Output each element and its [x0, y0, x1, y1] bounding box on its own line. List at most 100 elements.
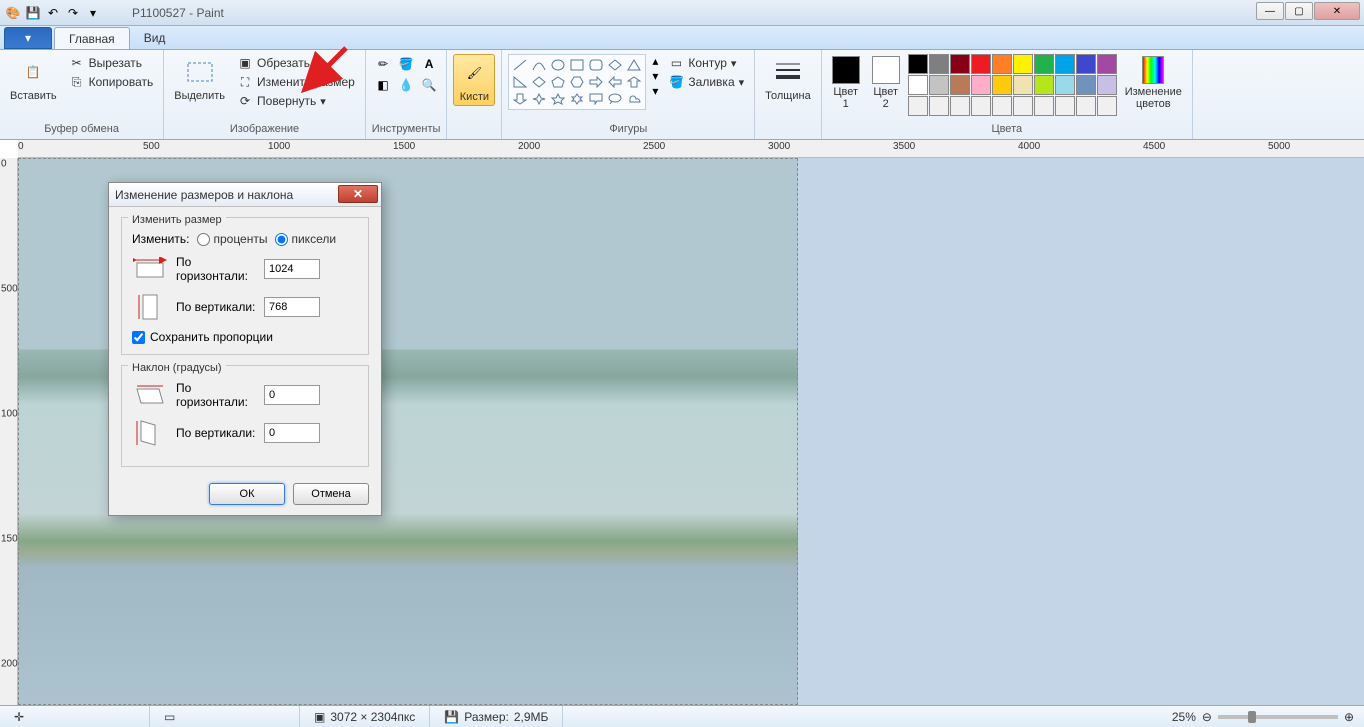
shape-polygon[interactable] — [606, 57, 624, 73]
shape-pentagon[interactable] — [549, 74, 567, 90]
palette-swatch[interactable] — [950, 75, 970, 95]
tab-main[interactable]: Главная — [54, 27, 130, 49]
palette-swatch[interactable] — [1013, 54, 1033, 74]
palette-swatch[interactable] — [971, 54, 991, 74]
shape-triangle[interactable] — [625, 57, 643, 73]
shape-callout-oval[interactable] — [606, 91, 624, 107]
palette-swatch[interactable] — [1097, 96, 1117, 116]
outline-button[interactable]: ▭Контур ▾ — [664, 54, 748, 72]
palette-swatch[interactable] — [1076, 96, 1096, 116]
zoom-in-button[interactable]: ⊕ — [1344, 710, 1354, 724]
palette-swatch[interactable] — [1034, 75, 1054, 95]
radio-pixels[interactable]: пиксели — [275, 232, 336, 246]
shape-callout-rect[interactable] — [587, 91, 605, 107]
palette-swatch[interactable] — [950, 96, 970, 116]
edit-colors-button[interactable]: Изменение цветов — [1121, 54, 1186, 112]
shape-arrow-u[interactable] — [625, 74, 643, 90]
shape-roundrect[interactable] — [587, 57, 605, 73]
palette-swatch[interactable] — [1034, 96, 1054, 116]
color1-button[interactable]: Цвет 1 — [828, 54, 864, 112]
ok-button[interactable]: ОК — [209, 483, 285, 505]
palette-swatch[interactable] — [1034, 54, 1054, 74]
skew-v-input[interactable] — [264, 423, 320, 443]
cut-button[interactable]: ✂Вырезать — [65, 54, 158, 72]
palette-swatch[interactable] — [971, 75, 991, 95]
fill-button[interactable]: 🪣Заливка ▾ — [664, 73, 748, 91]
text-icon[interactable]: A — [418, 54, 440, 74]
palette-swatch[interactable] — [992, 54, 1012, 74]
picker-icon[interactable]: 💧 — [395, 75, 417, 95]
palette-swatch[interactable] — [992, 96, 1012, 116]
shape-line[interactable] — [511, 57, 529, 73]
select-button[interactable]: Выделить — [170, 54, 229, 104]
radio-percent-input[interactable] — [197, 233, 210, 246]
shape-star5[interactable] — [549, 91, 567, 107]
zoom-slider[interactable] — [1218, 715, 1338, 719]
palette-swatch[interactable] — [908, 54, 928, 74]
color2-button[interactable]: Цвет 2 — [868, 54, 904, 112]
palette-swatch[interactable] — [1097, 54, 1117, 74]
file-tab[interactable]: ▾ — [4, 27, 52, 49]
shape-star4[interactable] — [530, 91, 548, 107]
shape-arrow-l[interactable] — [606, 74, 624, 90]
rotate-button[interactable]: ⟳Повернуть ▾ — [233, 92, 359, 110]
palette-swatch[interactable] — [908, 75, 928, 95]
vertical-input[interactable] — [264, 297, 320, 317]
qat-dropdown-icon[interactable]: ▾ — [84, 4, 102, 22]
palette-swatch[interactable] — [1055, 75, 1075, 95]
shape-callout-cloud[interactable] — [625, 91, 643, 107]
shape-curve[interactable] — [530, 57, 548, 73]
shapes-expand[interactable]: ▾ — [652, 84, 658, 98]
crop-button[interactable]: ▣Обрезать — [233, 54, 359, 72]
radio-percent[interactable]: проценты — [197, 232, 267, 246]
minimize-button[interactable]: — — [1256, 2, 1284, 20]
shapes-grid[interactable] — [508, 54, 646, 110]
thickness-button[interactable]: Толщина — [761, 54, 815, 104]
palette-swatch[interactable] — [1013, 75, 1033, 95]
copy-button[interactable]: ⎘Копировать — [65, 73, 158, 91]
palette-swatch[interactable] — [1055, 96, 1075, 116]
bucket-icon[interactable]: 🪣 — [395, 54, 417, 74]
close-button[interactable]: ✕ — [1314, 2, 1360, 20]
eraser-icon[interactable]: ◧ — [372, 75, 394, 95]
palette-swatch[interactable] — [929, 54, 949, 74]
shape-hexagon[interactable] — [568, 74, 586, 90]
shape-diamond[interactable] — [530, 74, 548, 90]
horizontal-input[interactable] — [264, 259, 320, 279]
brushes-button[interactable]: 🖌 Кисти — [453, 54, 495, 106]
palette-swatch[interactable] — [971, 96, 991, 116]
zoom-out-button[interactable]: ⊖ — [1202, 710, 1212, 724]
cancel-button[interactable]: Отмена — [293, 483, 369, 505]
skew-h-input[interactable] — [264, 385, 320, 405]
dialog-titlebar[interactable]: Изменение размеров и наклона ✕ — [109, 183, 381, 207]
magnifier-icon[interactable]: 🔍 — [418, 75, 440, 95]
palette-swatch[interactable] — [1013, 96, 1033, 116]
shapes-scroll-down[interactable]: ▾ — [652, 69, 658, 83]
dialog-close-button[interactable]: ✕ — [338, 185, 378, 203]
shape-rtriangle[interactable] — [511, 74, 529, 90]
palette-swatch[interactable] — [992, 75, 1012, 95]
shape-arrow-d[interactable] — [511, 91, 529, 107]
save-icon[interactable]: 💾 — [24, 4, 42, 22]
tab-view[interactable]: Вид — [130, 27, 180, 49]
shape-star6[interactable] — [568, 91, 586, 107]
palette-swatch[interactable] — [929, 96, 949, 116]
shapes-scroll-up[interactable]: ▴ — [652, 54, 658, 68]
palette-swatch[interactable] — [908, 96, 928, 116]
shape-oval[interactable] — [549, 57, 567, 73]
palette-swatch[interactable] — [1076, 75, 1096, 95]
shape-arrow-r[interactable] — [587, 74, 605, 90]
resize-button[interactable]: ⛶Изменить размер — [233, 73, 359, 91]
paste-button[interactable]: 📋 Вставить — [6, 54, 61, 104]
undo-icon[interactable]: ↶ — [44, 4, 62, 22]
shape-rect[interactable] — [568, 57, 586, 73]
palette-swatch[interactable] — [1097, 75, 1117, 95]
maximize-button[interactable]: ▢ — [1285, 2, 1313, 20]
radio-pixels-input[interactable] — [275, 233, 288, 246]
keep-ratio-checkbox[interactable] — [132, 331, 145, 344]
redo-icon[interactable]: ↷ — [64, 4, 82, 22]
palette-swatch[interactable] — [950, 54, 970, 74]
pencil-icon[interactable]: ✏ — [372, 54, 394, 74]
palette-swatch[interactable] — [1055, 54, 1075, 74]
palette-swatch[interactable] — [929, 75, 949, 95]
